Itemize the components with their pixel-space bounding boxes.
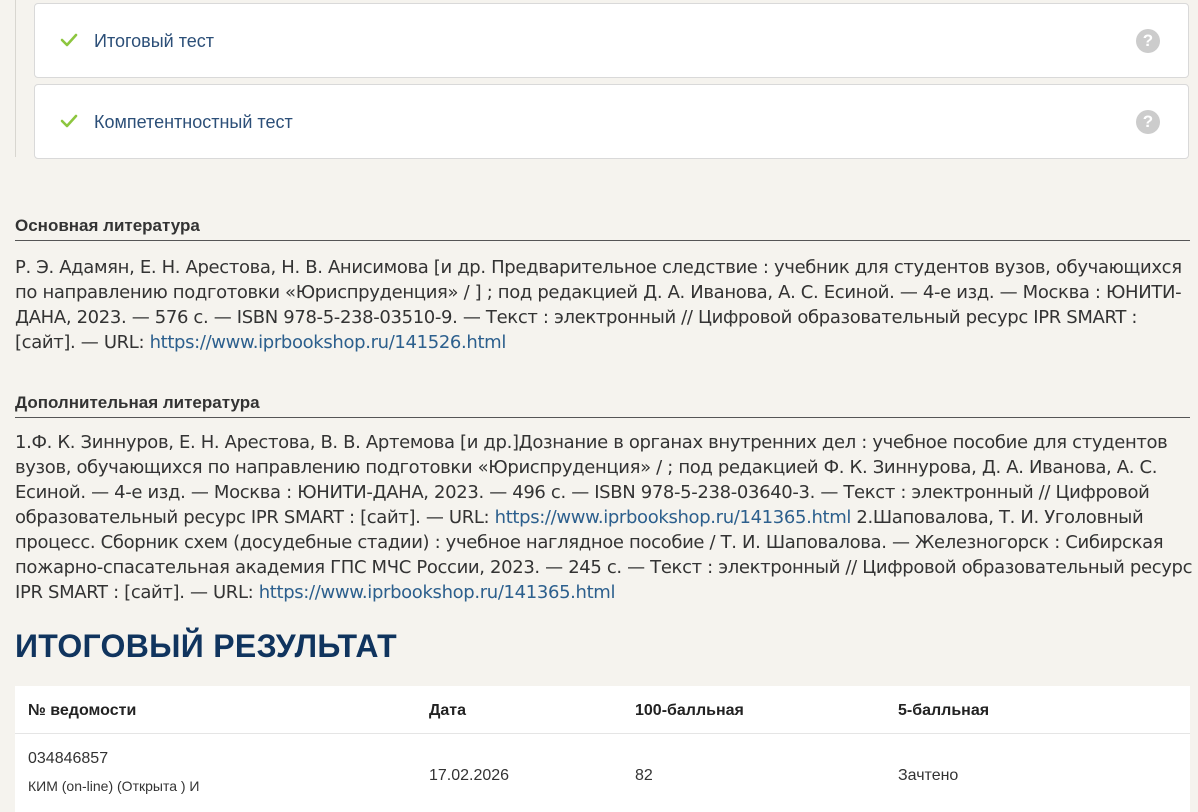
table-header: № ведомости Дата 100-балльная 5-балльная <box>15 686 1190 734</box>
additional-literature-heading: Дополнительная литература <box>15 393 1190 418</box>
check-icon <box>60 114 78 128</box>
main-literature-link[interactable]: https://www.iprbookshop.ru/141526.html <box>150 332 507 353</box>
check-icon <box>60 33 78 47</box>
final-result-title: ИТОГОВЫЙ РЕЗУЛЬТАТ <box>15 628 397 664</box>
section-rail <box>15 0 16 157</box>
column-header-date: Дата <box>429 702 467 719</box>
result-table: № ведомости Дата 100-балльная 5-балльная… <box>15 686 1190 812</box>
question-icon[interactable]: ? <box>1136 110 1160 134</box>
record-description: КИМ (on-line) (Открыта ) И <box>28 778 200 794</box>
column-header-number: № ведомости <box>28 702 137 719</box>
test-title[interactable]: Компетентностный тест <box>94 112 293 133</box>
record-score100: 82 <box>635 767 653 784</box>
record-date: 17.02.2026 <box>429 767 510 784</box>
additional-link-1[interactable]: https://www.iprbookshop.ru/141365.html <box>495 507 852 528</box>
course-page: Итоговый тест ? Компетентностный тест ? … <box>0 0 1198 812</box>
record-score5: Зачтено <box>898 767 959 784</box>
test-title[interactable]: Итоговый тест <box>94 31 214 52</box>
test-item-competence[interactable]: Компетентностный тест ? <box>34 84 1189 159</box>
question-icon[interactable]: ? <box>1136 29 1160 53</box>
test-item-final[interactable]: Итоговый тест ? <box>34 3 1189 78</box>
table-row: 034846857 КИМ (on-line) (Открыта ) И 17.… <box>15 734 1190 812</box>
additional-literature-text: 1.Ф. К. Зиннуров, Е. Н. Арестова, В. В. … <box>15 430 1193 605</box>
main-literature-text: Р. Э. Адамян, Е. Н. Арестова, Н. В. Анис… <box>15 255 1193 355</box>
record-number: 034846857 <box>28 750 109 767</box>
column-header-score100: 100-балльная <box>635 702 744 719</box>
main-literature-heading: Основная литература <box>15 216 1190 241</box>
additional-link-2[interactable]: https://www.iprbookshop.ru/141365.html <box>259 582 616 603</box>
column-header-score5: 5-балльная <box>898 702 990 719</box>
